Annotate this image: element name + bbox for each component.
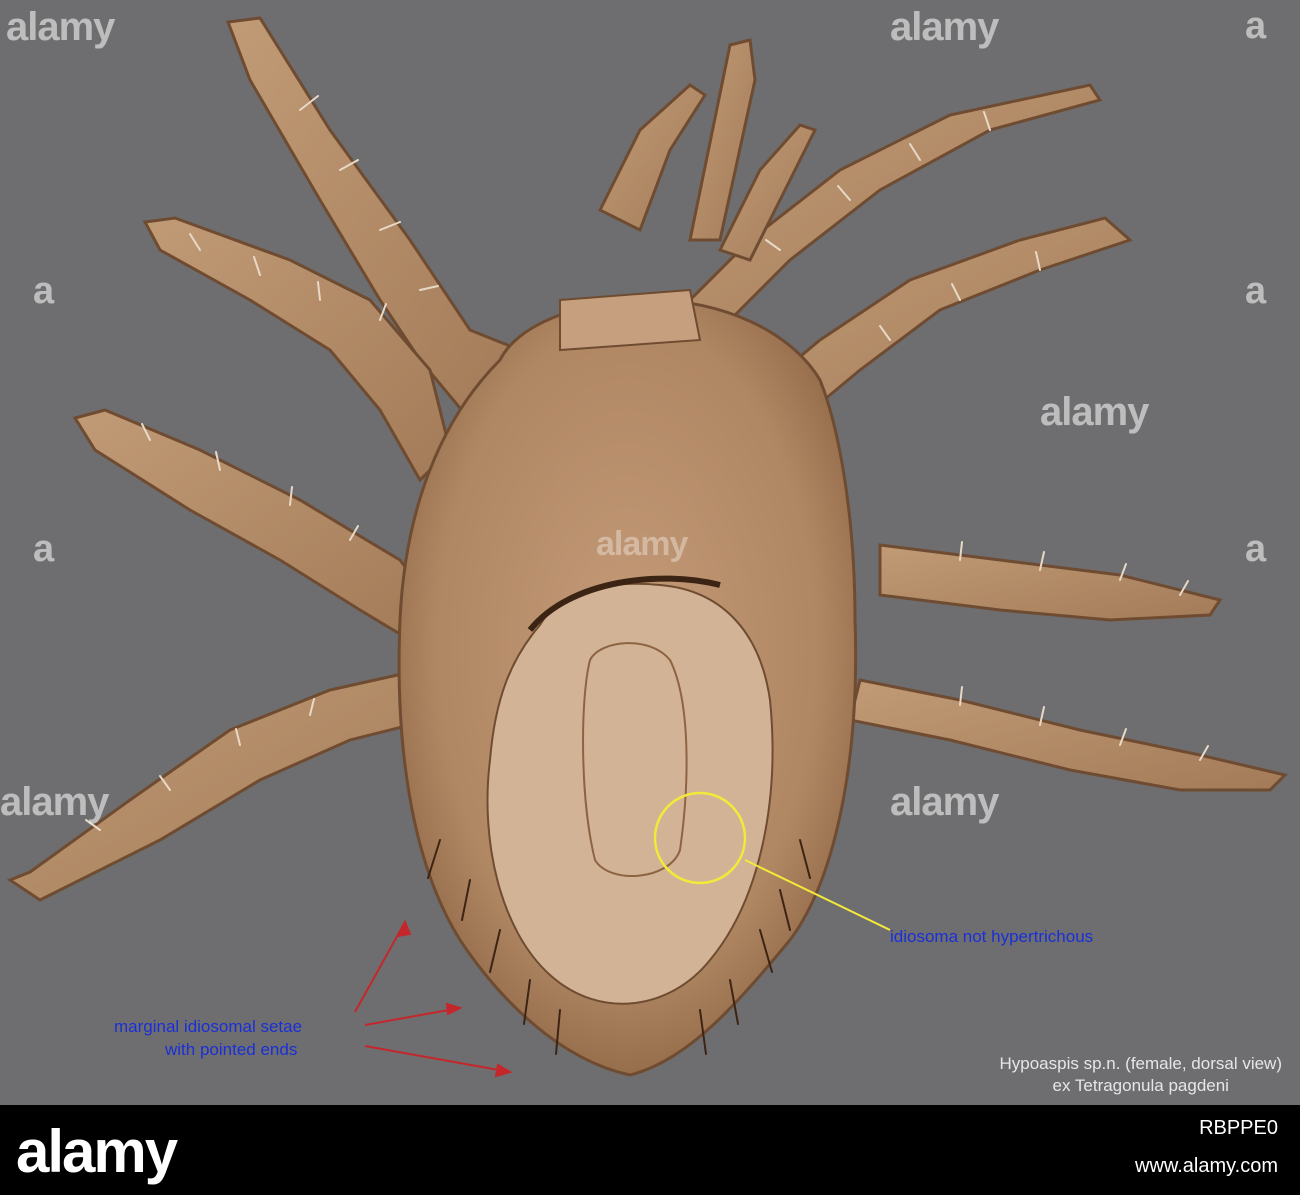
watermark-top-left: alamy — [6, 5, 115, 49]
caption-line1: Hypoaspis sp.n. (female, dorsal view) — [999, 1054, 1282, 1073]
watermark-lower-left: alamy — [0, 780, 109, 824]
watermark-mid-right: alamy — [1040, 390, 1149, 434]
watermark-edge-right-1: a — [1245, 270, 1266, 312]
watermark-lower-right: alamy — [890, 780, 999, 824]
caption-line2: ex Tetragonula pagdeni — [1052, 1076, 1229, 1095]
mite-body — [397, 288, 858, 1077]
footer-url: www.alamy.com — [1135, 1155, 1278, 1177]
watermark-edge-left-2: a — [33, 528, 54, 570]
watermark-edge-right-2: a — [1245, 528, 1266, 570]
watermark-edge-left-1: a — [33, 270, 54, 312]
watermark-top-right: alamy — [890, 5, 999, 49]
label-marginal-setae-line2: with pointed ends — [165, 1040, 298, 1059]
image-id: RBPPE0 — [1199, 1117, 1278, 1139]
specimen-caption: Hypoaspis sp.n. (female, dorsal view) ex… — [999, 1053, 1282, 1097]
label-idiosoma: idiosoma not hypertrichous — [890, 927, 1094, 946]
footer-logo: alamy — [16, 1118, 178, 1185]
label-marginal-setae-line1: marginal idiosomal setae — [114, 1017, 303, 1036]
watermark-center: alamy — [596, 525, 688, 563]
watermark-edge-right-top: a — [1245, 5, 1266, 47]
footer-bar: alamy RBPPE0 www.alamy.com — [0, 1105, 1300, 1195]
